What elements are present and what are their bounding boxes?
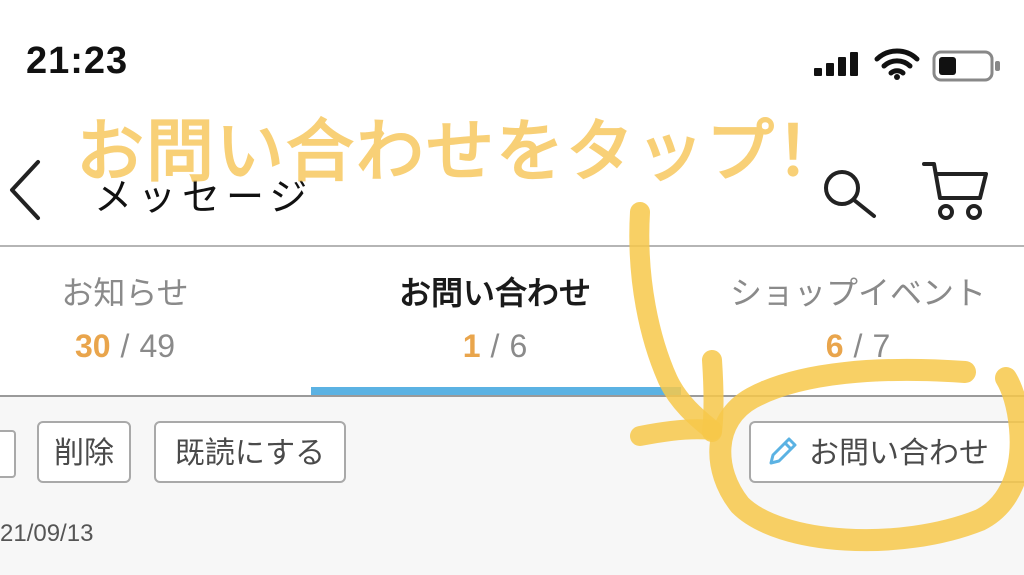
pencil-icon	[769, 437, 797, 465]
tab-count: 6/7	[825, 328, 891, 364]
header-divider	[0, 245, 1024, 247]
tab-label: ショップイベント	[729, 274, 986, 312]
message-date: 21/09/13	[0, 520, 94, 547]
tab-inquiries[interactable]: お問い合わせ 1/6	[325, 270, 665, 365]
new-inquiry-button[interactable]: お問い合わせ	[749, 421, 1024, 483]
tab-label: お問い合わせ	[398, 274, 591, 312]
tab-count: 1/6	[462, 328, 528, 364]
wifi-icon	[874, 48, 920, 80]
new-inquiry-label: お問い合わせ	[809, 436, 989, 471]
mark-read-button[interactable]: 既読にする	[154, 421, 346, 483]
annotation-text: お問い合わせをタップ！	[76, 113, 847, 192]
unread-count: 1	[462, 328, 481, 364]
status-time: 21:23	[26, 40, 129, 82]
unread-count: 6	[825, 328, 844, 364]
chevron-left-icon[interactable]	[4, 158, 44, 222]
tab-label: お知らせ	[61, 274, 189, 312]
battery-icon	[932, 50, 1000, 82]
unread-count: 30	[74, 328, 111, 364]
tab-news[interactable]: お知らせ 30/49	[0, 270, 295, 365]
total-count: 49	[139, 328, 176, 364]
total-count: 7	[872, 328, 891, 364]
tab-shop-events[interactable]: ショップイベント 6/7	[688, 270, 1024, 365]
total-count: 6	[509, 328, 528, 364]
cart-icon[interactable]	[920, 158, 990, 222]
tab-count: 30/49	[74, 328, 176, 364]
delete-button[interactable]: 削除	[37, 421, 131, 483]
select-all-checkbox[interactable]	[0, 430, 16, 478]
signal-icon	[814, 52, 858, 76]
